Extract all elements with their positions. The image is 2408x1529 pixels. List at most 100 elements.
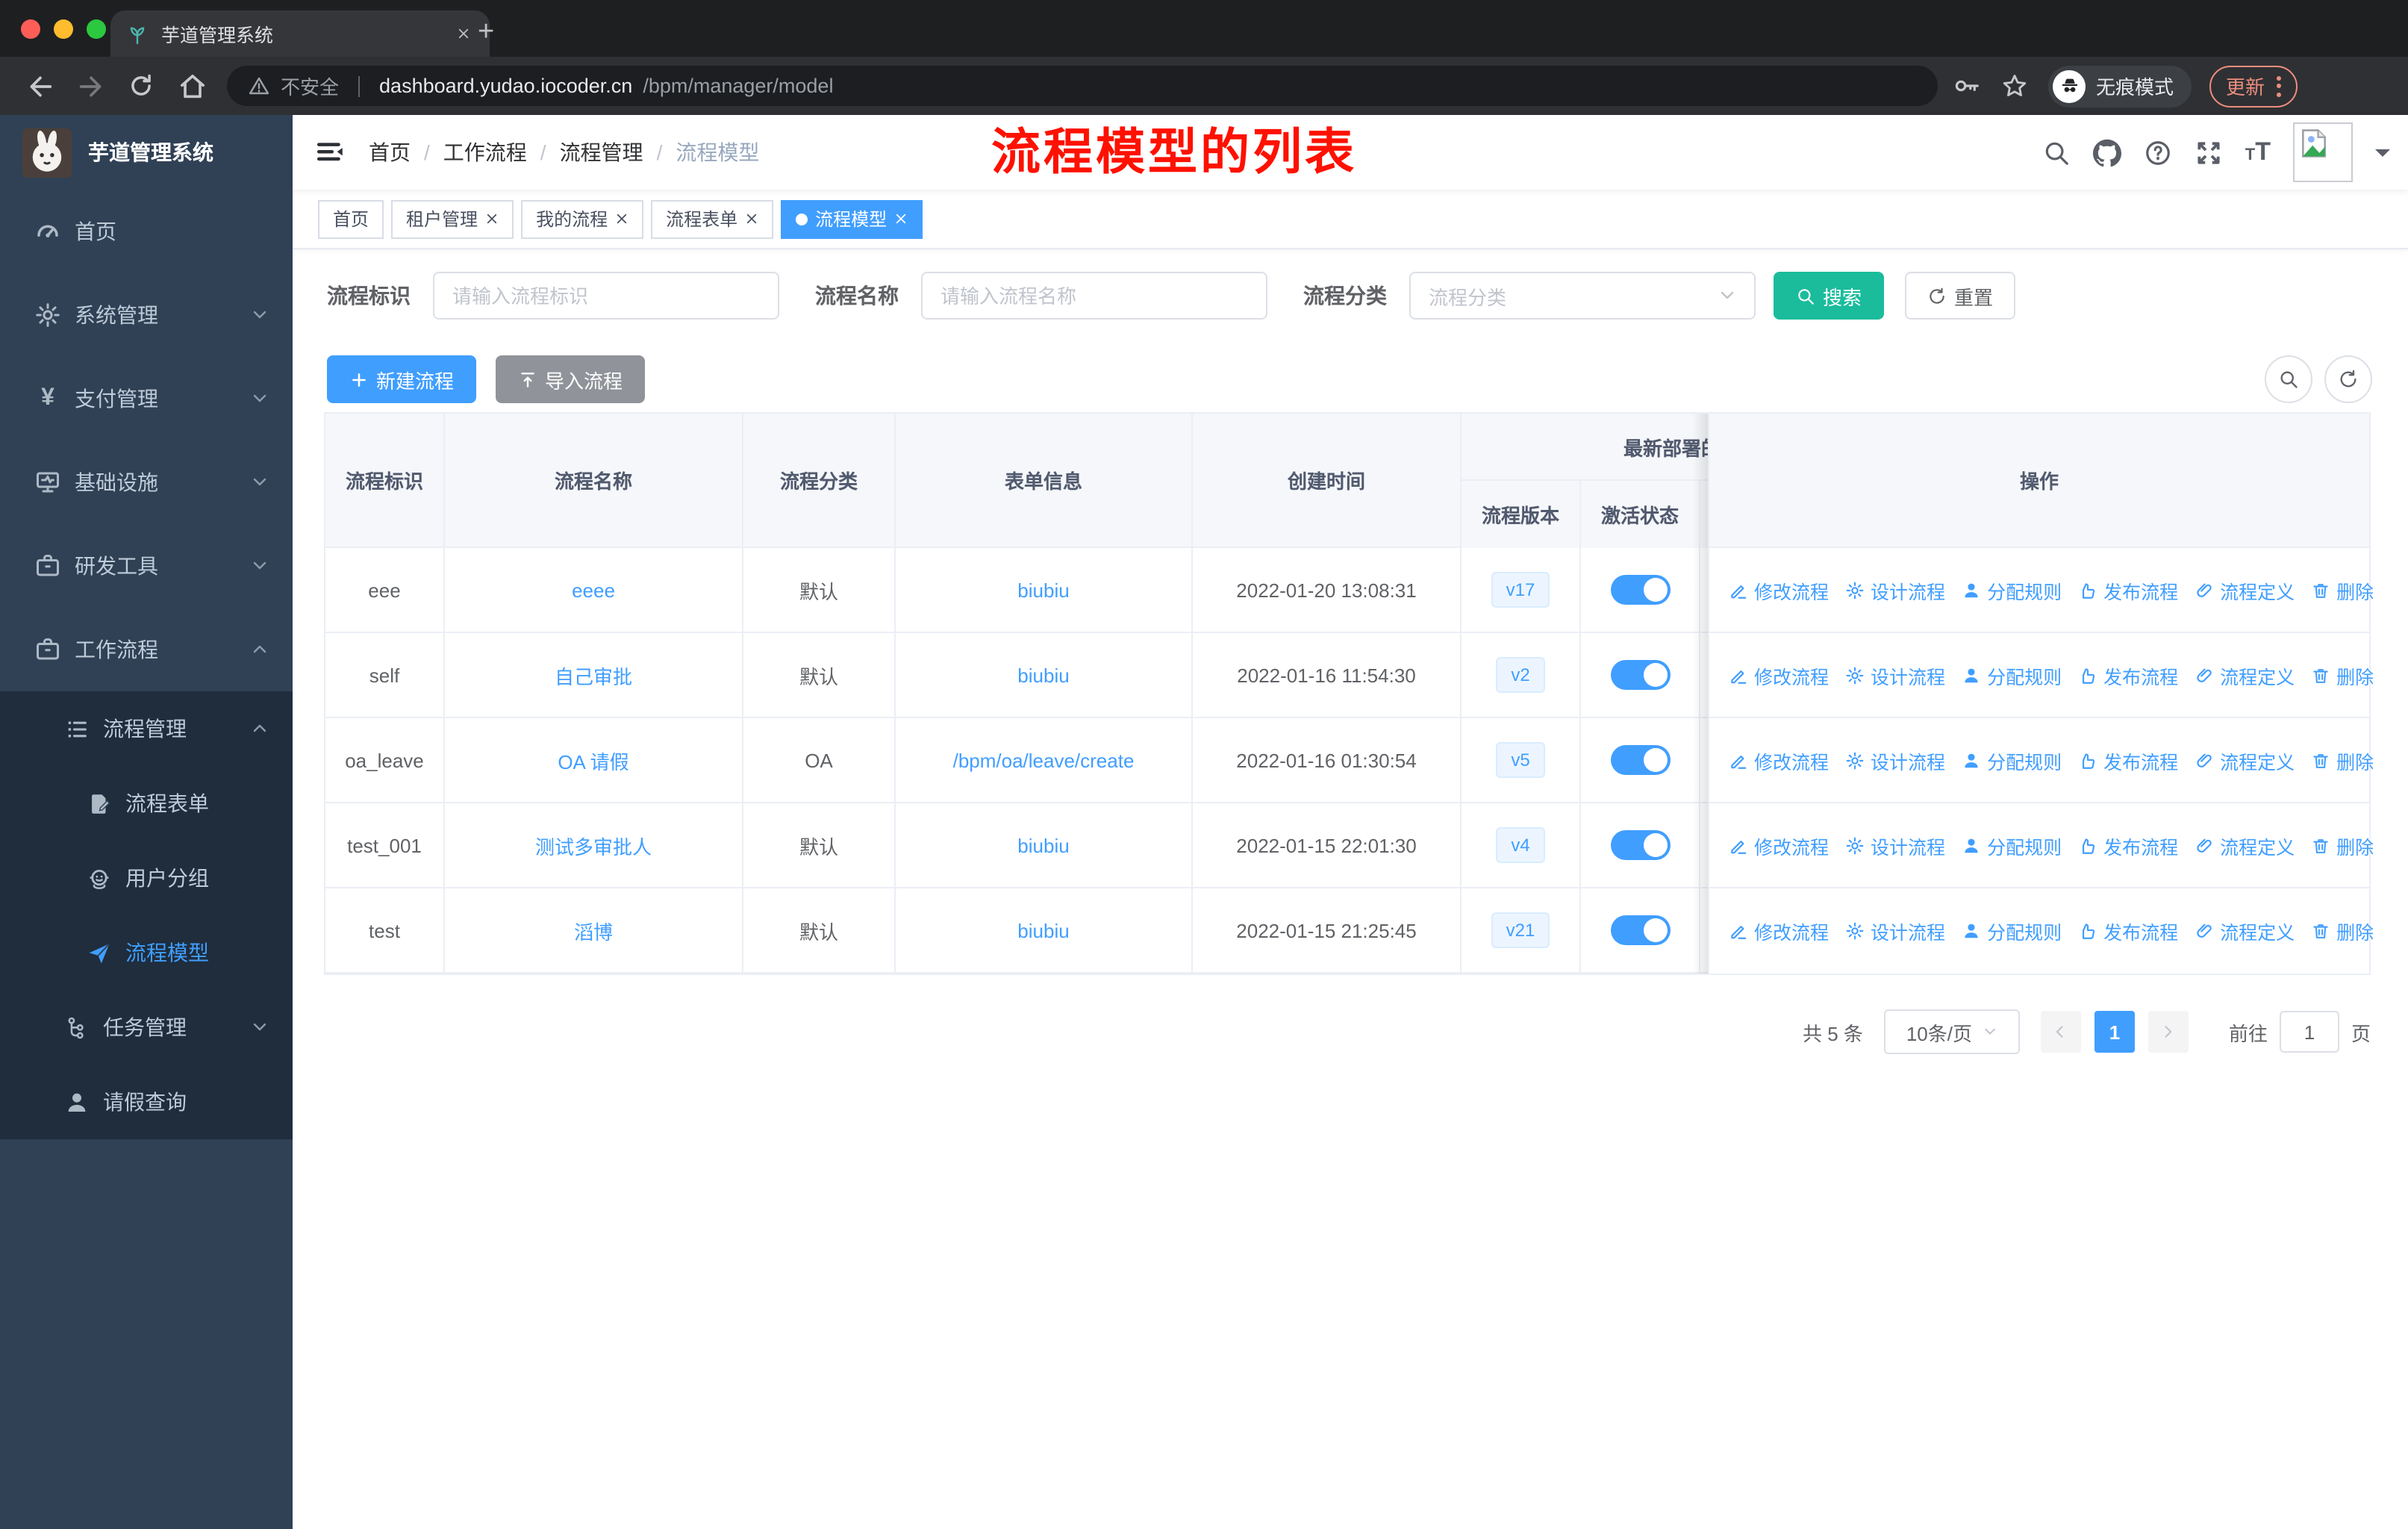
sidebar-item-process-form[interactable]: 流程表单 (0, 766, 293, 841)
import-process-button[interactable]: 导入流程 (496, 355, 646, 403)
sidebar-item-process-mgmt[interactable]: 流程管理 (0, 691, 293, 766)
form-info-link[interactable]: biubiu (1017, 834, 1069, 856)
process-name-link[interactable]: 测试多审批人 (535, 831, 652, 859)
browser-update-button[interactable]: 更新 (2209, 65, 2298, 107)
design-process-action[interactable]: 设计流程 (1845, 746, 1945, 774)
publish-process-action[interactable]: 发布流程 (2078, 746, 2178, 774)
design-process-action[interactable]: 设计流程 (1845, 576, 1945, 604)
publish-process-action[interactable]: 发布流程 (2078, 831, 2178, 859)
sidebar-item-home[interactable]: 首页 (0, 190, 293, 273)
design-process-action[interactable]: 设计流程 (1845, 917, 1945, 945)
app-logo-row[interactable]: 芋道管理系统 (0, 115, 293, 190)
active-toggle[interactable] (1610, 915, 1670, 945)
category-select[interactable]: 流程分类 (1409, 272, 1756, 320)
process-definition-action[interactable]: 流程定义 (2195, 576, 2295, 604)
form-info-link[interactable]: biubiu (1017, 664, 1069, 686)
page-size-select[interactable]: 10条/页 (1883, 1009, 2020, 1054)
process-definition-action[interactable]: 流程定义 (2195, 831, 2295, 859)
edit-process-action[interactable]: 修改流程 (1729, 831, 1829, 859)
delete-action[interactable]: 删除 (2311, 746, 2374, 774)
delete-action[interactable]: 删除 (2311, 917, 2374, 945)
process-name-link[interactable]: 自己审批 (555, 661, 632, 689)
breadcrumb-process-mgmt[interactable]: 流程管理 (560, 137, 643, 167)
edit-process-action[interactable]: 修改流程 (1729, 661, 1829, 689)
close-icon[interactable] (745, 212, 758, 225)
fullscreen-icon[interactable] (2195, 138, 2223, 166)
publish-process-action[interactable]: 发布流程 (2078, 661, 2178, 689)
sidebar-item-process-model[interactable]: 流程模型 (0, 915, 293, 990)
search-button[interactable]: 搜索 (1774, 272, 1885, 320)
home-icon[interactable] (178, 71, 208, 101)
form-info-link[interactable]: /bpm/oa/leave/create (953, 749, 1135, 771)
reload-icon[interactable] (127, 71, 157, 101)
process-name-link[interactable]: OA 请假 (558, 746, 628, 774)
tag-tenant[interactable]: 租户管理 (391, 199, 514, 238)
tag-process-model[interactable]: 流程模型 (781, 199, 923, 238)
close-icon[interactable] (485, 212, 499, 225)
active-toggle[interactable] (1610, 660, 1670, 690)
sidebar-item-user-group[interactable]: 用户分组 (0, 841, 293, 915)
close-window-button[interactable] (21, 19, 40, 39)
sidebar-collapse-icon[interactable] (293, 137, 369, 168)
browser-menu-icon[interactable] (2277, 75, 2282, 96)
process-name-link[interactable]: eeee (572, 579, 615, 601)
search-icon[interactable] (2042, 138, 2071, 166)
process-definition-action[interactable]: 流程定义 (2195, 661, 2295, 689)
publish-process-action[interactable]: 发布流程 (2078, 576, 2178, 604)
browser-tab[interactable]: 芋道管理系统 (110, 10, 490, 57)
close-icon[interactable] (615, 212, 628, 225)
new-tab-button[interactable]: + (478, 12, 494, 54)
process-key-input[interactable] (433, 272, 779, 320)
breadcrumb-home[interactable]: 首页 (369, 137, 411, 167)
delete-action[interactable]: 删除 (2311, 576, 2374, 604)
process-definition-action[interactable]: 流程定义 (2195, 746, 2295, 774)
close-icon[interactable] (894, 212, 908, 225)
avatar-caret-down-icon[interactable] (2375, 149, 2390, 164)
create-process-button[interactable]: 新建流程 (327, 355, 477, 403)
delete-action[interactable]: 删除 (2311, 831, 2374, 859)
form-info-link[interactable]: biubiu (1017, 919, 1069, 941)
edit-process-action[interactable]: 修改流程 (1729, 917, 1829, 945)
github-icon[interactable] (2092, 138, 2121, 166)
sidebar-item-task-mgmt[interactable]: 任务管理 (0, 990, 293, 1065)
bookmark-star-icon[interactable] (2000, 71, 2030, 101)
refresh-table-button[interactable] (2324, 355, 2372, 403)
help-icon[interactable] (2144, 138, 2172, 166)
back-icon[interactable] (25, 71, 55, 101)
sidebar-item-payment[interactable]: ¥ 支付管理 (0, 357, 293, 440)
breadcrumb-workflow[interactable]: 工作流程 (443, 137, 527, 167)
sidebar-item-workflow[interactable]: 工作流程 (0, 608, 293, 691)
edit-process-action[interactable]: 修改流程 (1729, 746, 1829, 774)
tab-close-icon[interactable] (451, 22, 475, 45)
sidebar-item-leave-query[interactable]: 请假查询 (0, 1065, 293, 1139)
avatar[interactable] (2293, 122, 2353, 182)
goto-page-input[interactable] (2279, 1011, 2339, 1053)
forward-icon[interactable] (76, 71, 106, 101)
tag-process-form[interactable]: 流程表单 (651, 199, 774, 238)
design-process-action[interactable]: 设计流程 (1845, 661, 1945, 689)
assign-rule-action[interactable]: 分配规则 (1962, 831, 2062, 859)
process-name-link[interactable]: 滔博 (574, 916, 613, 944)
process-name-input[interactable] (921, 272, 1267, 320)
sidebar-item-infra[interactable]: 基础设施 (0, 440, 293, 524)
sidebar-item-system[interactable]: 系统管理 (0, 273, 293, 357)
assign-rule-action[interactable]: 分配规则 (1962, 576, 2062, 604)
reset-button[interactable]: 重置 (1905, 272, 2016, 320)
design-process-action[interactable]: 设计流程 (1845, 831, 1945, 859)
process-definition-action[interactable]: 流程定义 (2195, 917, 2295, 945)
show-search-toggle-button[interactable] (2265, 355, 2312, 403)
password-key-icon[interactable] (1953, 71, 1983, 101)
maximize-window-button[interactable] (87, 19, 106, 39)
active-toggle[interactable] (1610, 575, 1670, 605)
address-bar[interactable]: 不安全 dashboard.yudao.iocoder.cn/bpm/manag… (227, 66, 1938, 106)
form-info-link[interactable]: biubiu (1017, 579, 1069, 601)
window-controls[interactable] (21, 19, 106, 39)
next-page-button[interactable] (2147, 1011, 2189, 1053)
tag-home[interactable]: 首页 (318, 199, 384, 238)
sidebar-item-devtools[interactable]: 研发工具 (0, 524, 293, 608)
active-toggle[interactable] (1610, 745, 1670, 775)
minimize-window-button[interactable] (54, 19, 73, 39)
current-page-button[interactable]: 1 (2094, 1011, 2135, 1053)
prev-page-button[interactable] (2040, 1011, 2081, 1053)
edit-process-action[interactable]: 修改流程 (1729, 576, 1829, 604)
